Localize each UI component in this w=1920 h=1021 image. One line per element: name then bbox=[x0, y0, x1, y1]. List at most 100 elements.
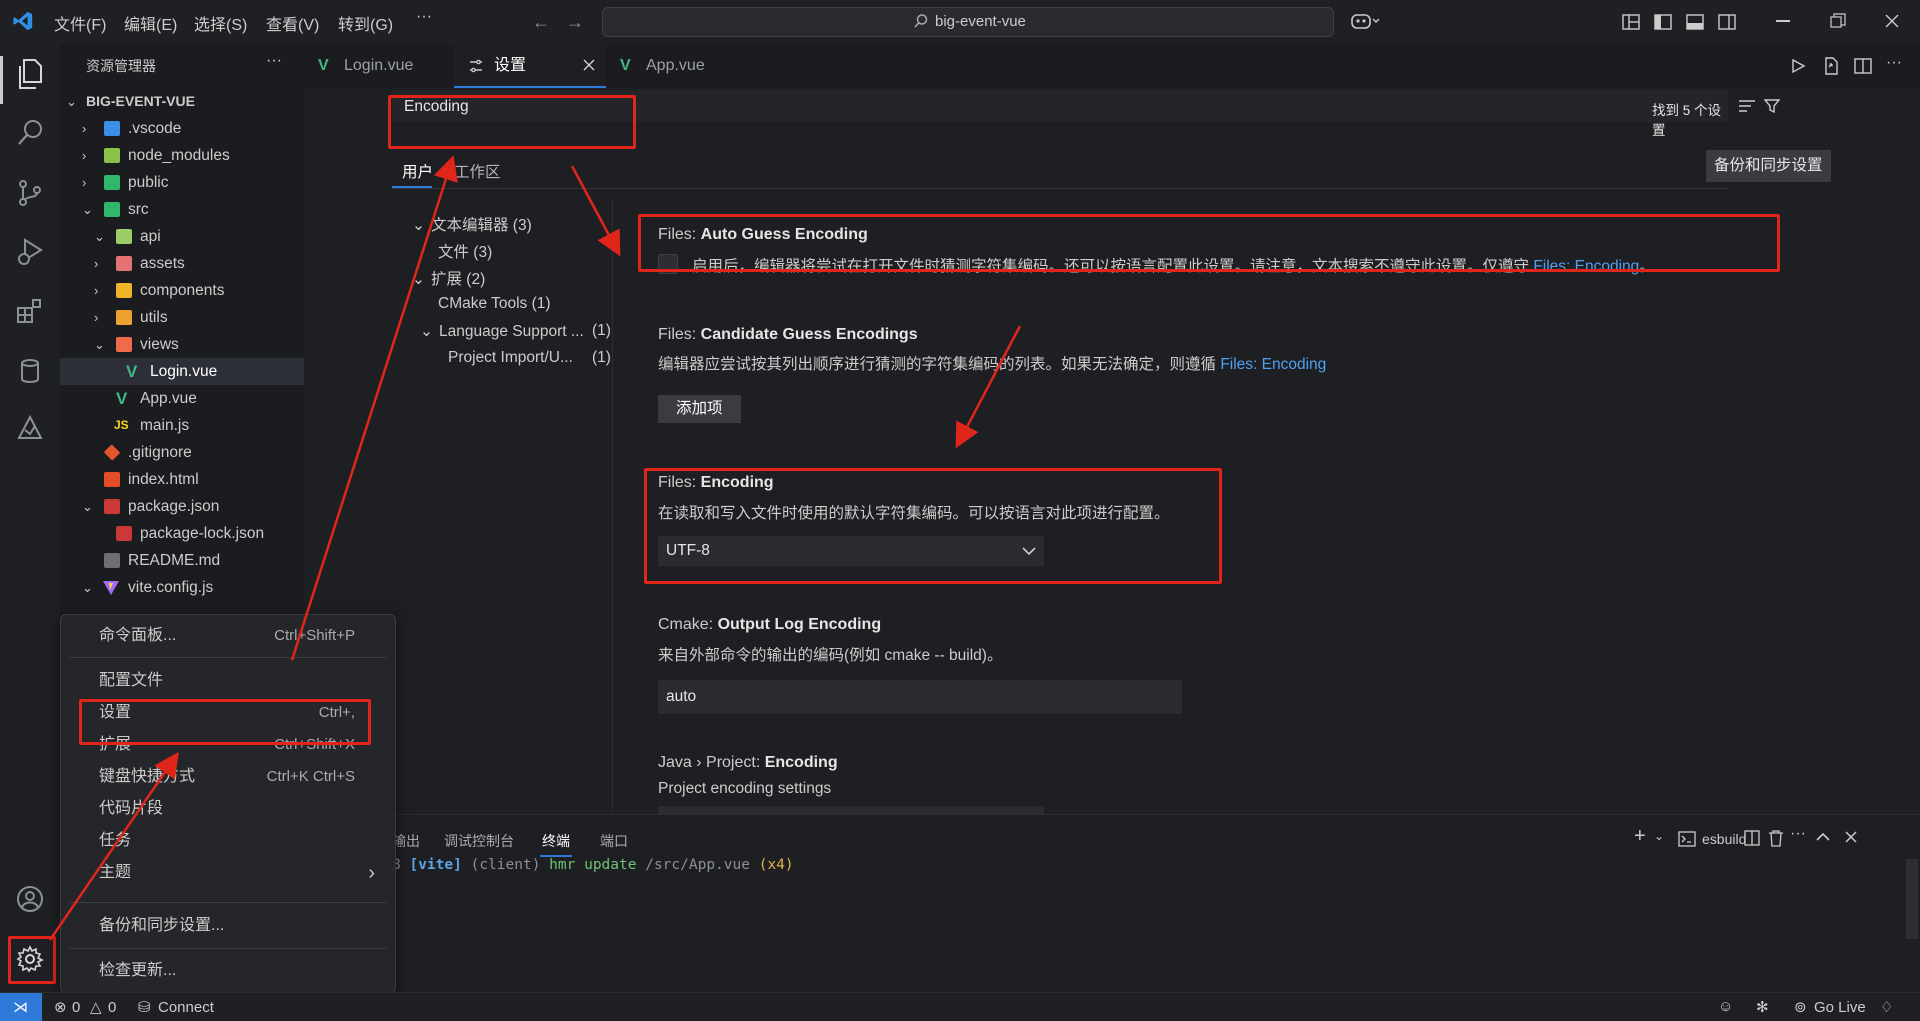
scope-tab-workspace[interactable]: 工作区 bbox=[454, 160, 501, 182]
feedback-status-icon[interactable]: ✻ bbox=[1756, 998, 1769, 1016]
tree-item[interactable]: › components bbox=[60, 277, 304, 304]
open-file-icon[interactable] bbox=[1822, 57, 1840, 75]
back-arrow-icon[interactable]: ← bbox=[532, 12, 550, 33]
tree-item[interactable]: JS main.js bbox=[60, 412, 304, 439]
tree-item[interactable]: ⌄ views bbox=[60, 331, 304, 358]
database-icon[interactable] bbox=[15, 356, 45, 386]
project-root[interactable]: ⌄ BIG-EVENT-VUE bbox=[60, 88, 304, 115]
editor-more-icon[interactable]: ··· bbox=[1886, 54, 1902, 72]
menu-item-tasks[interactable]: 任务 bbox=[61, 826, 395, 856]
close-tab-icon[interactable] bbox=[582, 58, 596, 72]
terminal-dropdown-icon[interactable]: ⌄ bbox=[1654, 829, 1664, 843]
remote-indicator[interactable]: ⋊ bbox=[0, 993, 42, 1021]
panel-tab-terminal[interactable]: 终端 bbox=[542, 831, 570, 851]
remote-explorer-icon[interactable] bbox=[15, 414, 45, 444]
tree-item[interactable]: package-lock.json bbox=[60, 520, 304, 547]
new-terminal-icon[interactable]: + bbox=[1634, 825, 1646, 848]
tree-item[interactable]: .gitignore bbox=[60, 439, 304, 466]
toc-item[interactable]: ⌄ Language Support ... bbox=[420, 322, 584, 341]
customize-layout-icon[interactable] bbox=[1622, 13, 1640, 31]
split-terminal-icon[interactable] bbox=[1744, 830, 1760, 846]
menu-item-profiles[interactable]: 配置文件 bbox=[61, 666, 395, 696]
menu-item-keyboard-shortcuts[interactable]: 键盘快捷方式 Ctrl+K Ctrl+S bbox=[61, 762, 395, 792]
tree-item[interactable]: › utils bbox=[60, 304, 304, 331]
menu-selection[interactable]: 选择(S) bbox=[194, 11, 247, 35]
filter-icon[interactable] bbox=[1764, 98, 1780, 114]
toc-item[interactable]: ⌄ 文本编辑器 (3) bbox=[412, 213, 532, 235]
trash-icon[interactable] bbox=[1768, 829, 1784, 847]
explorer-more-button[interactable]: ··· bbox=[266, 52, 282, 70]
output-encoding-input[interactable]: auto bbox=[658, 680, 1182, 714]
menu-goto[interactable]: 转到(G) bbox=[338, 11, 393, 35]
accounts-icon[interactable] bbox=[15, 884, 45, 914]
toc-item[interactable]: Project Import/U... bbox=[448, 349, 573, 367]
toggle-secondary-sidebar-icon[interactable] bbox=[1718, 13, 1736, 31]
search-activity-icon[interactable] bbox=[15, 118, 45, 148]
menu-item-snippets[interactable]: 代码片段 bbox=[61, 794, 395, 824]
error-count[interactable]: 0 bbox=[72, 999, 80, 1016]
tree-item[interactable]: V App.vue bbox=[60, 385, 304, 412]
menu-file[interactable]: 文件(F) bbox=[54, 11, 106, 35]
setting-link[interactable]: Files: Encoding bbox=[1220, 356, 1326, 373]
close-panel-icon[interactable] bbox=[1844, 830, 1858, 844]
connect-status[interactable]: Connect bbox=[158, 999, 214, 1016]
menu-item-check-updates[interactable]: 检查更新... bbox=[61, 956, 395, 986]
copilot-status-icon[interactable]: ☺ bbox=[1718, 998, 1733, 1015]
minimize-icon[interactable] bbox=[1776, 20, 1790, 22]
tree-item[interactable]: › node_modules bbox=[60, 142, 304, 169]
tab-login-vue[interactable]: V Login.vue bbox=[304, 44, 454, 88]
menu-view[interactable]: 查看(V) bbox=[266, 11, 319, 35]
command-center-text: big-event-vue bbox=[935, 13, 1026, 30]
menu-edit[interactable]: 编辑(E) bbox=[124, 11, 177, 35]
backup-sync-button[interactable]: 备份和同步设置 bbox=[1706, 150, 1831, 182]
command-center-search[interactable]: big-event-vue bbox=[602, 7, 1334, 37]
terminal-name[interactable]: esbuild bbox=[1702, 831, 1746, 847]
scope-tab-user[interactable]: 用户 bbox=[402, 160, 433, 182]
copilot-icon[interactable] bbox=[1350, 11, 1380, 31]
clear-filter-icon[interactable] bbox=[1738, 98, 1756, 114]
run-icon[interactable] bbox=[1790, 58, 1806, 74]
split-editor-icon[interactable] bbox=[1854, 57, 1872, 75]
close-window-icon[interactable] bbox=[1884, 13, 1900, 29]
forward-arrow-icon[interactable]: → bbox=[566, 12, 584, 33]
warning-count[interactable]: 0 bbox=[108, 999, 116, 1016]
tree-item[interactable]: › assets bbox=[60, 250, 304, 277]
remote-icon: ⋊ bbox=[13, 999, 28, 1016]
panel-more-icon[interactable]: ··· bbox=[1790, 825, 1806, 843]
explorer-icon[interactable] bbox=[15, 58, 45, 90]
toggle-primary-sidebar-icon[interactable] bbox=[1654, 13, 1672, 31]
go-live-button[interactable]: Go Live bbox=[1814, 999, 1866, 1016]
project-encoding-select[interactable] bbox=[658, 806, 1044, 814]
tab-settings[interactable]: 设置 bbox=[454, 44, 606, 88]
tree-item[interactable]: › public bbox=[60, 169, 304, 196]
toggle-panel-icon[interactable] bbox=[1686, 13, 1704, 31]
tree-item[interactable]: index.html bbox=[60, 466, 304, 493]
menu-more[interactable]: ··· bbox=[416, 8, 432, 26]
maximize-panel-icon[interactable] bbox=[1816, 831, 1830, 843]
tree-item-selected[interactable]: V Login.vue bbox=[60, 358, 304, 385]
menu-item-backup-sync[interactable]: 备份和同步设置... bbox=[61, 911, 395, 941]
panel-tab-ports[interactable]: 端口 bbox=[600, 831, 628, 851]
tree-item[interactable]: ⌄ src bbox=[60, 196, 304, 223]
restore-icon[interactable] bbox=[1830, 13, 1846, 29]
terminal-scrollbar[interactable] bbox=[1906, 859, 1918, 939]
extensions-icon[interactable] bbox=[15, 296, 45, 326]
tab-app-vue[interactable]: V App.vue bbox=[606, 44, 746, 88]
panel-tab-output[interactable]: 输出 bbox=[392, 831, 420, 851]
tree-item[interactable]: ⌄ package.json bbox=[60, 493, 304, 520]
notifications-bell-icon[interactable]: ♢ bbox=[1880, 998, 1893, 1016]
toc-item[interactable]: CMake Tools (1) bbox=[438, 295, 551, 313]
tree-item[interactable]: README.md bbox=[60, 547, 304, 574]
menu-item-command-palette[interactable]: 命令面板... Ctrl+Shift+P bbox=[61, 621, 395, 651]
add-item-button[interactable]: 添加项 bbox=[658, 395, 741, 423]
tree-item[interactable]: ⌄ api bbox=[60, 223, 304, 250]
toc-item[interactable]: 文件 (3) bbox=[438, 240, 492, 262]
panel-tab-debug-console[interactable]: 调试控制台 bbox=[444, 831, 514, 851]
chevron-right-icon: › bbox=[368, 862, 375, 884]
menu-item-themes[interactable]: 主题 › bbox=[61, 858, 395, 888]
toc-item[interactable]: ⌄ 扩展 (2) bbox=[412, 267, 485, 289]
run-debug-icon[interactable] bbox=[15, 236, 45, 266]
tree-item[interactable]: › .vscode bbox=[60, 115, 304, 142]
source-control-icon[interactable] bbox=[15, 178, 45, 208]
tree-item[interactable]: ⌄ vite.config.js bbox=[60, 574, 304, 601]
